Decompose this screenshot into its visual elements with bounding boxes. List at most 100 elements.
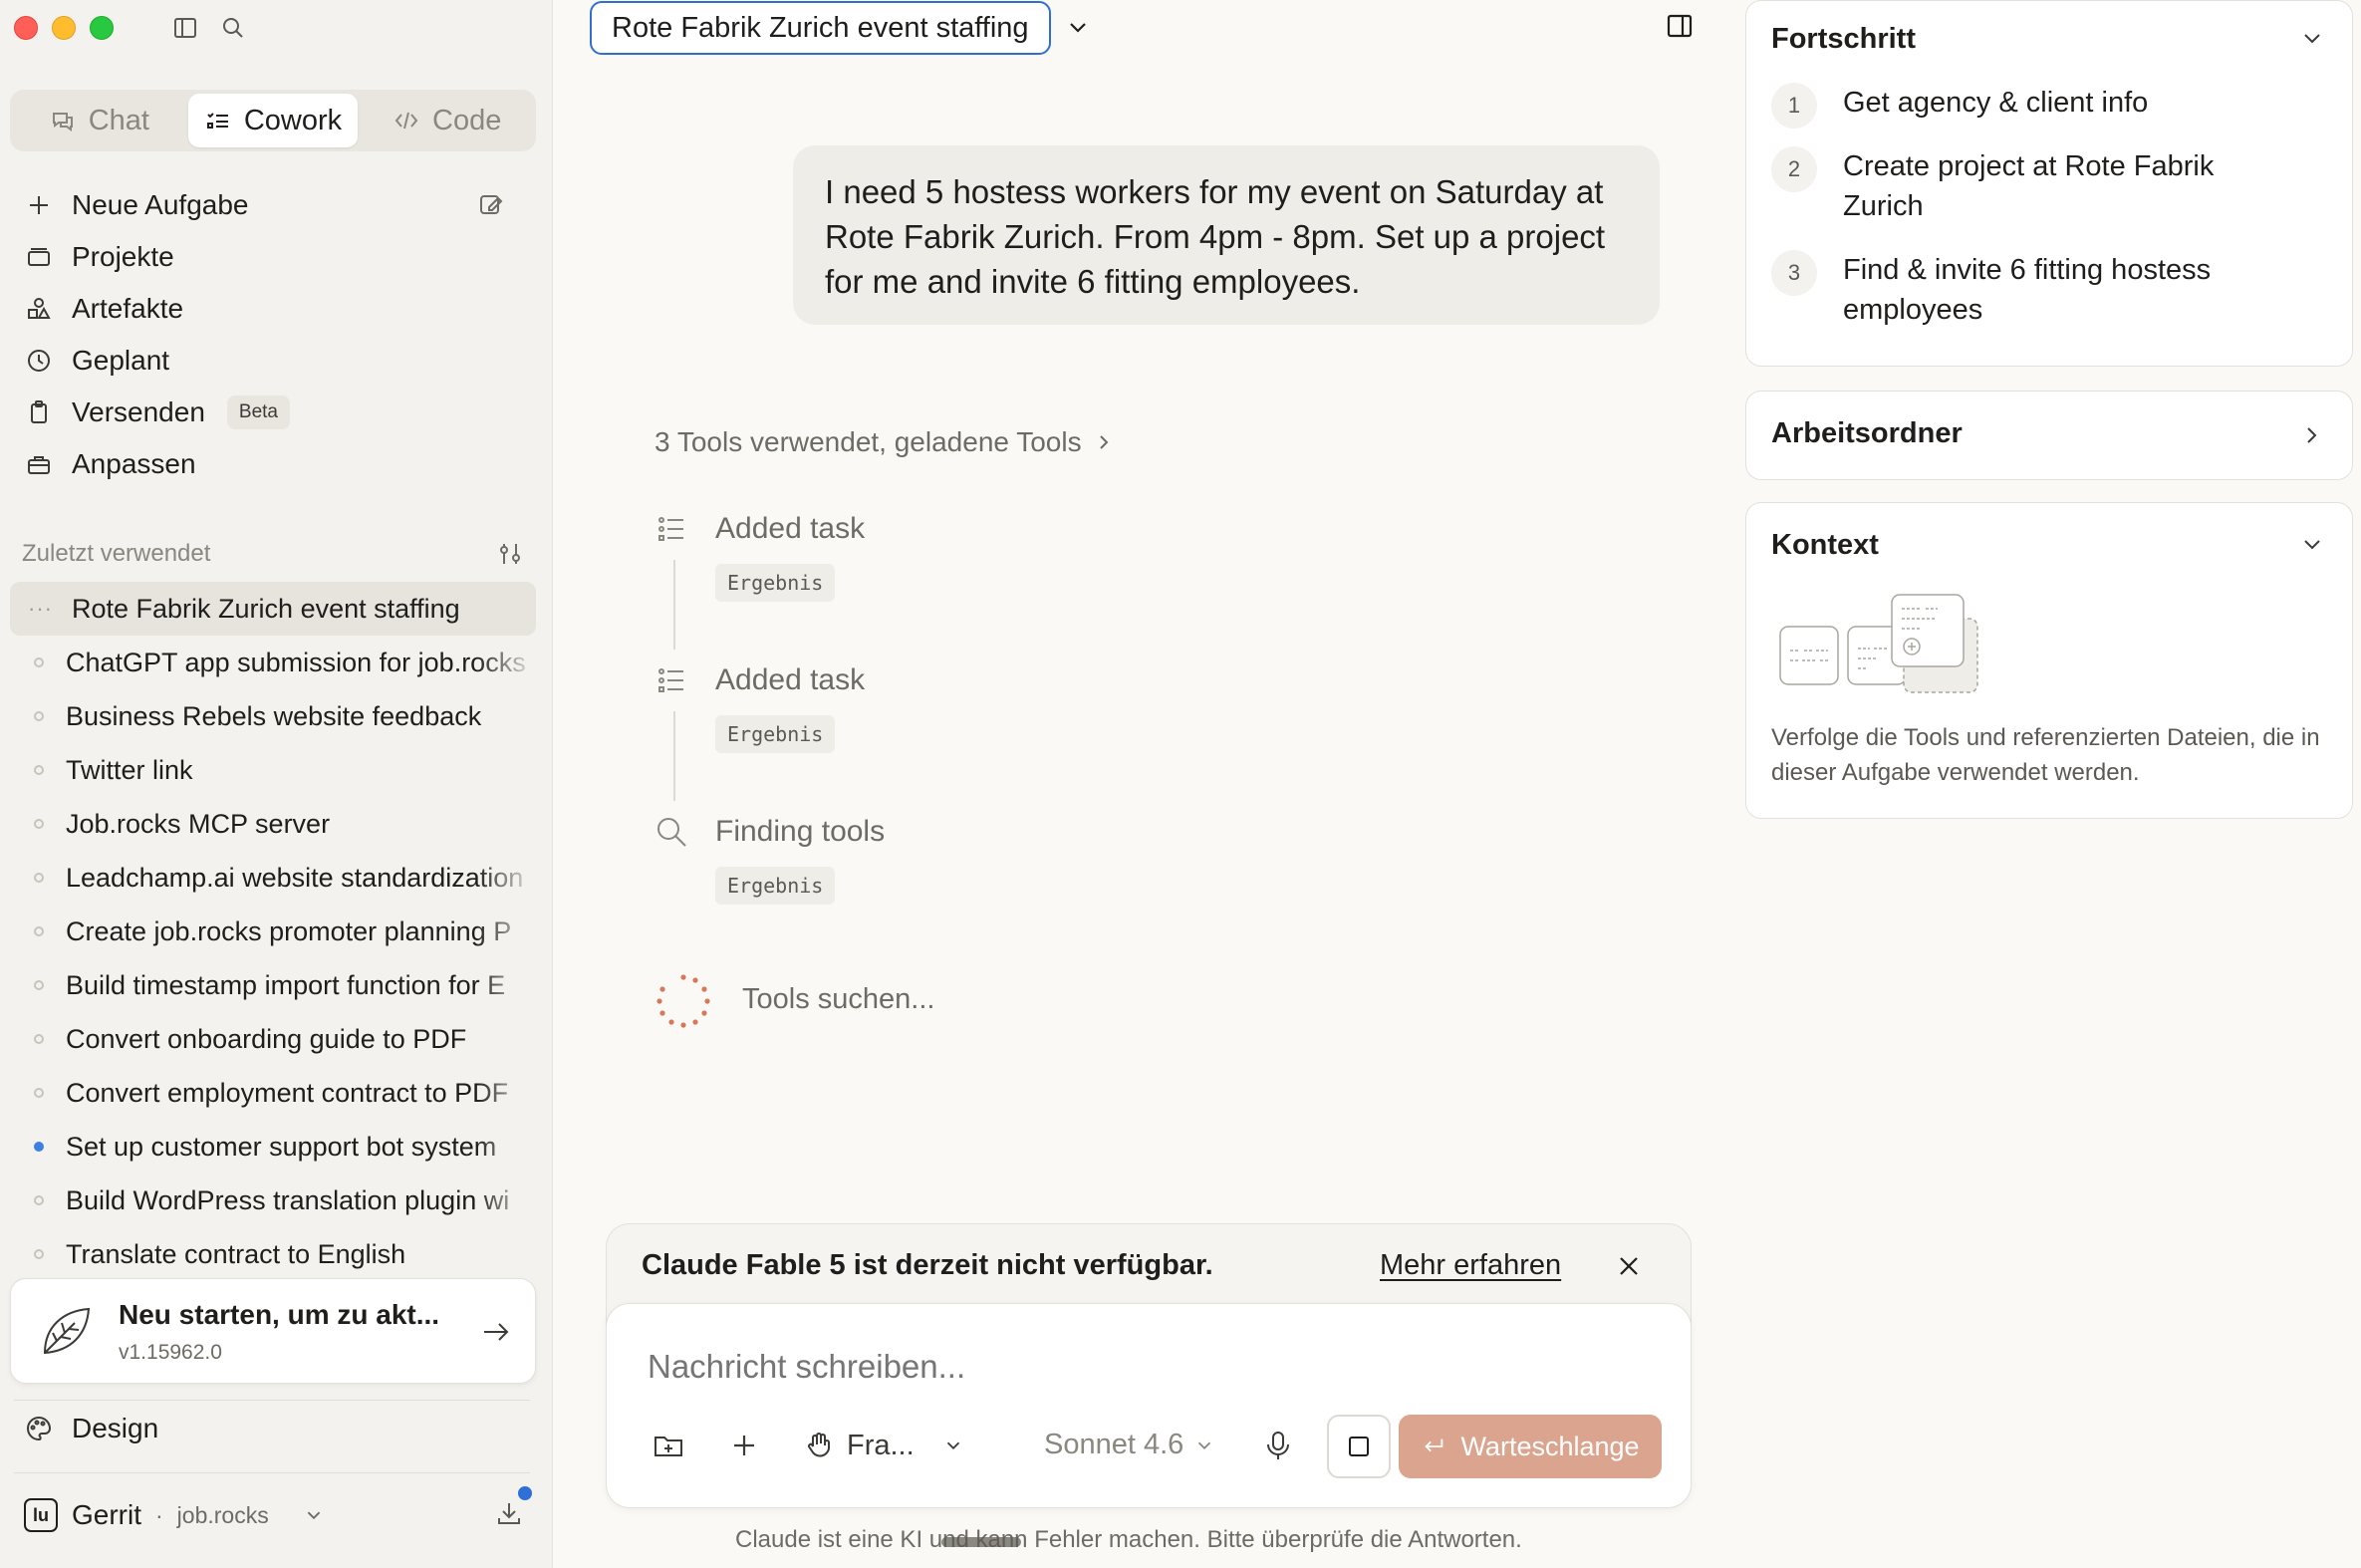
list-item[interactable]: Set up customer support bot system [10, 1120, 536, 1174]
hand-icon [808, 1433, 830, 1457]
arrow-right-icon[interactable] [479, 1315, 513, 1349]
update-title: Neu starten, um zu akt... [119, 1299, 440, 1330]
list-item-label: Convert onboarding guide to PDF [66, 1023, 467, 1054]
chevron-down-icon [1198, 1441, 1211, 1449]
chevron-down-icon[interactable] [301, 1502, 327, 1528]
list-item[interactable]: Translate contract to English [10, 1227, 536, 1281]
tools-summary[interactable]: 3 Tools verwendet, geladene Tools [655, 426, 1116, 458]
user-separator: · [155, 1501, 163, 1528]
org-logo: lu [24, 1498, 58, 1532]
list-item[interactable]: Twitter link [10, 743, 536, 797]
tab-cowork[interactable]: Cowork [187, 94, 359, 147]
result-chip[interactable]: Ergebnis [715, 715, 836, 753]
list-item-label: Convert employment contract to PDF [66, 1077, 509, 1108]
list-item-label: Twitter link [66, 754, 193, 785]
user-org: job.rocks [176, 1501, 269, 1528]
result-chip[interactable]: Ergebnis [715, 564, 836, 602]
queue-button[interactable]: Warteschlange [1399, 1415, 1662, 1478]
microphone-icon [1267, 1432, 1289, 1459]
panel-toggle-icon[interactable] [1664, 10, 1696, 42]
list-item[interactable]: Build WordPress translation plugin wi [10, 1174, 536, 1227]
nav-design[interactable]: Design [24, 1413, 158, 1444]
sidebar-toggle-icon[interactable] [171, 14, 199, 42]
nav-customize[interactable]: Anpassen [10, 438, 536, 490]
result-chip[interactable]: Ergebnis [715, 867, 836, 905]
status-dot-icon [34, 1088, 44, 1098]
list-item[interactable]: Build timestamp import function for E [10, 958, 536, 1012]
nav-send[interactable]: Versenden Beta [10, 387, 536, 438]
nav-scheduled[interactable]: Geplant [10, 335, 536, 387]
nav-artifacts[interactable]: Artefakte [10, 283, 536, 335]
chevron-down-icon[interactable] [2298, 531, 2326, 559]
window-controls [14, 16, 114, 40]
tool-step-label: Finding tools [715, 815, 886, 848]
close-window-button[interactable] [14, 16, 38, 40]
style-selector[interactable]: Fra... [803, 1429, 964, 1462]
nav-customize-label: Anpassen [72, 448, 196, 479]
recent-header-label: Zuletzt verwendet [22, 540, 211, 567]
loading-spinner-icon [656, 974, 710, 1028]
tab-code[interactable]: Code [362, 94, 532, 147]
context-title: Kontext [1771, 529, 1879, 561]
resize-handle[interactable] [941, 1537, 1021, 1547]
plus-icon [30, 196, 48, 214]
update-version: v1.15962.0 [119, 1341, 222, 1364]
nav-new-task[interactable]: Neue Aufgabe [10, 179, 536, 231]
close-icon[interactable] [1614, 1251, 1644, 1281]
notice-text: Claude Fable 5 ist derzeit nicht verfügb… [642, 1249, 1213, 1281]
chevron-down-icon[interactable] [1064, 14, 1092, 42]
working-folder-card[interactable]: Arbeitsordner [1745, 391, 2353, 480]
leaf-icon [43, 1307, 91, 1355]
conversation-title[interactable]: Rote Fabrik Zurich event staffing [590, 1, 1051, 55]
list-item[interactable]: Job.rocks MCP server [10, 797, 536, 851]
status-dot-icon [34, 657, 44, 667]
nav-scheduled-label: Geplant [72, 345, 170, 376]
tab-code-label: Code [432, 104, 502, 136]
tab-chat[interactable]: Chat [14, 94, 184, 147]
list-item-label: Create job.rocks promoter planning P [66, 915, 512, 946]
compose-icon[interactable] [476, 190, 506, 220]
chat-bubbles-icon [52, 113, 73, 131]
list-item[interactable]: Convert onboarding guide to PDF [10, 1012, 536, 1066]
working-folder-title: Arbeitsordner [1771, 417, 1963, 449]
step-text: Get agency & client info [1843, 87, 2149, 119]
filter-icon[interactable] [495, 539, 525, 569]
sidebar-top-icons [171, 14, 247, 42]
folder-plus-icon [655, 1437, 682, 1456]
user-menu[interactable]: lu Gerrit · job.rocks [24, 1486, 532, 1540]
checklist-icon [206, 113, 228, 129]
list-item[interactable]: ··· Rote Fabrik Zurich event staffing [10, 582, 536, 636]
disclaimer: Claude ist eine KI und kann Fehler mache… [735, 1526, 1522, 1553]
list-icon [658, 517, 683, 541]
nav-design-label: Design [72, 1413, 159, 1443]
list-item[interactable]: Create job.rocks promoter planning P [10, 905, 536, 958]
update-card[interactable]: Neu starten, um zu akt... v1.15962.0 [10, 1278, 536, 1384]
nav-projects[interactable]: Projekte [10, 231, 536, 283]
queue-label: Warteschlange [1460, 1431, 1640, 1461]
search-icon[interactable] [219, 14, 247, 42]
minimize-window-button[interactable] [52, 16, 76, 40]
add-button[interactable] [727, 1429, 761, 1462]
download-icon[interactable] [494, 1498, 524, 1528]
tools-summary-label: 3 Tools verwendet, geladene Tools [655, 426, 1082, 457]
more-icon[interactable]: ··· [28, 596, 52, 622]
chevron-down-icon[interactable] [2298, 25, 2326, 53]
model-selector[interactable]: Sonnet 4.6 [1044, 1429, 1215, 1461]
status-dot-icon [34, 1034, 44, 1044]
list-item[interactable]: ChatGPT app submission for job.rocks [10, 636, 536, 689]
stop-button[interactable] [1327, 1415, 1391, 1478]
microphone-button[interactable] [1261, 1429, 1295, 1462]
unread-dot-icon [34, 1142, 44, 1152]
nav-new-task-label: Neue Aufgabe [72, 189, 249, 220]
add-folder-button[interactable] [652, 1429, 685, 1462]
list-item[interactable]: Convert employment contract to PDF [10, 1066, 536, 1120]
sidebar: Chat Cowork Code Neue Aufgabe Projekte A… [0, 0, 553, 1568]
learn-more-link[interactable]: Mehr erfahren [1380, 1249, 1561, 1282]
list-item-label: Rote Fabrik Zurich event staffing [72, 593, 460, 624]
list-item[interactable]: Leadchamp.ai website standardization [10, 851, 536, 905]
list-item[interactable]: Business Rebels website feedback [10, 689, 536, 743]
list-icon [658, 668, 683, 692]
message-input[interactable] [648, 1343, 1544, 1391]
maximize-window-button[interactable] [90, 16, 114, 40]
style-label: Fra... [847, 1429, 915, 1461]
